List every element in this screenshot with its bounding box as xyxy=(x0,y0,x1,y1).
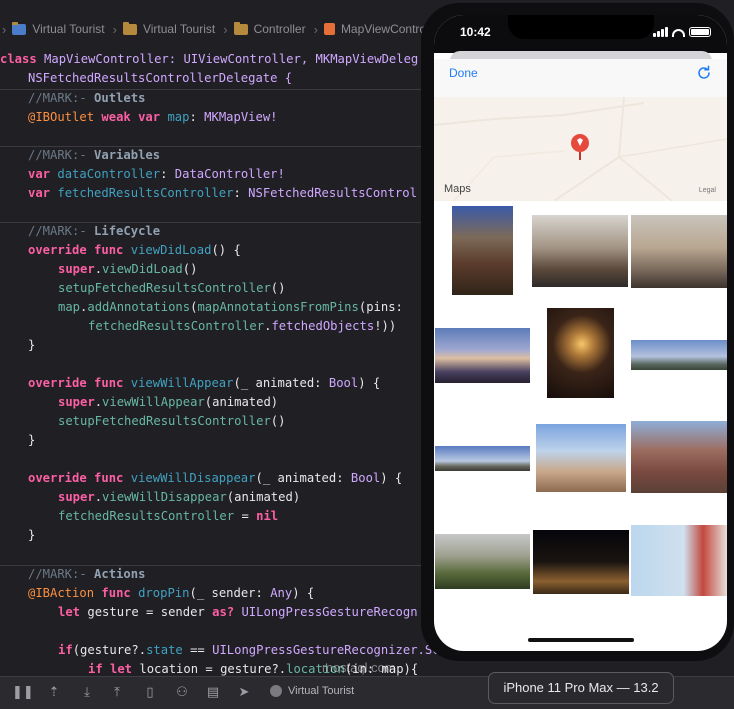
signal-icon xyxy=(665,27,668,37)
done-button[interactable]: Done xyxy=(449,66,478,80)
code-line: setupFetchedResultsController() xyxy=(58,281,286,295)
maps-logo: Maps xyxy=(444,183,471,195)
code-line: override func viewDidLoad() { xyxy=(28,243,241,257)
chevron-right-icon: › xyxy=(313,21,318,37)
photo-lighthouse-beach[interactable] xyxy=(536,424,626,492)
code-line: } xyxy=(28,433,36,447)
step-over-icon[interactable]: ⇡ xyxy=(45,684,63,702)
step-out-icon[interactable]: ⤒ xyxy=(108,684,126,702)
clock: 10:42 xyxy=(460,25,491,39)
code-line: NSFetchedResultsControllerDelegate { xyxy=(28,71,293,85)
code-line: let gesture = sender as? UILongPressGest… xyxy=(58,605,418,619)
code-line: override func viewWillAppear(_ animated:… xyxy=(28,376,381,390)
notch xyxy=(508,15,654,39)
code-line: fetchedResultsController.fetchedObjects!… xyxy=(88,319,397,333)
step-into-icon[interactable]: ⤓ xyxy=(78,684,96,702)
breadcrumb-label: Virtual Tourist xyxy=(32,22,105,36)
code-line: @IBOutlet weak var map: MKMapView! xyxy=(28,110,278,124)
swift-file-icon xyxy=(323,23,335,35)
photo-night-plaza[interactable] xyxy=(533,530,629,594)
code-line: } xyxy=(28,528,36,542)
iphone-simulator: 10:42 Done Maps Legal xyxy=(421,3,734,661)
signal-icon xyxy=(661,29,664,37)
code-line: var fetchedResultsController: NSFetchedR… xyxy=(28,186,417,200)
code-line: @IBAction func dropPin(_ sender: Any) { xyxy=(28,586,315,600)
app-icon xyxy=(270,685,282,697)
code-line: setupFetchedResultsController() xyxy=(58,414,286,428)
breadcrumb-label: Controller xyxy=(253,22,306,36)
location-icon[interactable]: ➤ xyxy=(235,684,253,702)
signal-icon xyxy=(653,33,656,37)
chevron-right-icon: › xyxy=(2,21,7,37)
photo-horizon[interactable] xyxy=(631,340,727,370)
code-line: //MARK:- Actions xyxy=(28,567,146,581)
code-line: if(gesture?.state == UILongPressGestureR… xyxy=(58,643,440,657)
breadcrumb-label: MapViewControll xyxy=(340,22,432,36)
code-editor[interactable]: class MapViewController: UIViewControlle… xyxy=(0,40,440,676)
breadcrumb-item-controller[interactable]: Controller xyxy=(233,21,306,36)
phone-screen: 10:42 Done Maps Legal xyxy=(434,15,727,651)
status-icons xyxy=(653,27,711,37)
code-line: super.viewDidLoad() xyxy=(58,262,198,276)
folder-icon xyxy=(122,21,137,35)
code-line: var dataController: DataController! xyxy=(28,167,285,181)
code-line: override func viewWillDisappear(_ animat… xyxy=(28,471,403,485)
code-line: //MARK:- LifeCycle xyxy=(28,224,161,238)
photo-candle-glass[interactable] xyxy=(547,308,614,398)
map-pin-icon[interactable] xyxy=(569,133,591,161)
photo-rock-pool[interactable] xyxy=(452,206,513,295)
chevron-right-icon: › xyxy=(223,21,228,37)
refresh-icon[interactable] xyxy=(695,64,713,82)
status-bar: 10:42 xyxy=(434,15,727,53)
battery-icon xyxy=(689,27,711,37)
breadcrumb: › Virtual Tourist › Virtual Tourist › Co… xyxy=(0,18,460,40)
simulator-label: iPhone 11 Pro Max — 13.2 xyxy=(488,672,674,704)
project-icon xyxy=(12,21,27,35)
code-line: //MARK:- Variables xyxy=(28,148,161,162)
photo-rocky-shore[interactable] xyxy=(532,215,628,287)
photo-coastal-town[interactable] xyxy=(631,215,727,288)
home-indicator xyxy=(528,638,634,642)
code-line: super.viewWillDisappear(animated) xyxy=(58,490,301,504)
signal-icon xyxy=(657,31,660,37)
view-debugger-icon[interactable]: ▯ xyxy=(141,684,159,702)
photo-green-hills[interactable] xyxy=(435,534,530,589)
code-line: //MARK:- Outlets xyxy=(28,91,146,105)
folder-icon xyxy=(233,21,248,35)
environment-overrides-icon[interactable]: ▤ xyxy=(204,684,222,702)
chevron-right-icon: › xyxy=(112,21,117,37)
breadcrumb-item-group[interactable]: Virtual Tourist xyxy=(122,21,216,36)
photo-child-beach[interactable] xyxy=(631,525,727,596)
wifi-icon xyxy=(672,29,685,37)
map-view[interactable]: Maps Legal xyxy=(434,97,727,201)
code-line: } xyxy=(28,338,36,352)
photo-sunset-sea[interactable] xyxy=(435,328,530,383)
navigation-bar: Done xyxy=(434,59,727,97)
code-line: class MapViewController: UIViewControlle… xyxy=(0,52,419,66)
photo-beach-panorama[interactable] xyxy=(435,446,530,471)
breadcrumb-item-project[interactable]: Virtual Tourist xyxy=(12,21,105,36)
scheme-label: Virtual Tourist xyxy=(288,685,355,697)
pause-icon[interactable]: ❚❚ xyxy=(12,684,34,702)
watermark: mostaql.com xyxy=(322,660,396,675)
scheme-selector[interactable]: Virtual Tourist xyxy=(270,685,354,697)
memory-graph-icon[interactable]: ⚇ xyxy=(173,684,191,702)
breadcrumb-label: Virtual Tourist xyxy=(142,22,216,36)
legal-link[interactable]: Legal xyxy=(699,187,716,194)
photo-red-cliff[interactable] xyxy=(631,421,727,493)
breadcrumb-item-file[interactable]: MapViewControll xyxy=(323,22,432,36)
code-line: fetchedResultsController = nil xyxy=(58,509,279,523)
code-line: map.addAnnotations(mapAnnotationsFromPin… xyxy=(58,300,403,314)
code-line: super.viewWillAppear(animated) xyxy=(58,395,279,409)
